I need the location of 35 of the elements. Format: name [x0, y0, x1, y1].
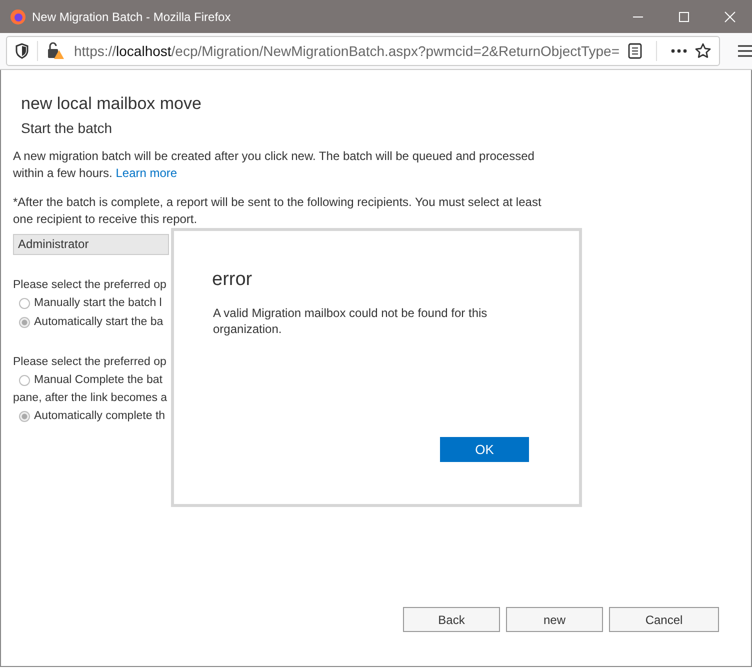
option-label: Manual Complete the bat [34, 373, 162, 388]
window-title: New Migration Batch - Mozilla Firefox [32, 10, 232, 24]
radio-button[interactable] [19, 298, 30, 309]
option-prompt: Please select the preferred op [13, 278, 166, 293]
page-subtitle: Start the batch [21, 120, 112, 136]
browser-logo-icon [10, 8, 26, 24]
address-bar[interactable]: https://localhost/ecp/Migration/NewMigrationBatch.aspx?pwmcid=2&ReturnObjectType= [6, 36, 720, 66]
radio-button[interactable] [19, 375, 30, 386]
option-prompt: Please select the preferred op [13, 355, 166, 370]
menu-icon[interactable] [738, 45, 752, 57]
radio-button[interactable] [19, 317, 30, 328]
lock-warning-icon[interactable] [46, 42, 66, 60]
option-label: Manually start the batch l [34, 296, 162, 311]
option-label: pane, after the link becomes a [13, 391, 168, 406]
more-icon[interactable] [670, 49, 687, 53]
back-button[interactable]: Back [403, 607, 500, 632]
option-label: Automatically complete th [34, 409, 166, 424]
learn-more-link[interactable]: Learn more [116, 166, 178, 180]
radio-button[interactable] [19, 411, 30, 422]
intro-text: A new migration batch will be created after you click new. The batch will be queued and processed within a few hours. Learn more [13, 148, 536, 182]
ok-button[interactable]: OK [440, 437, 529, 462]
url-text: https://localhost/ecp/Migration/NewMigrationBatch.aspx?pwmcid=2&ReturnObjectType= [74, 43, 620, 59]
cancel-button[interactable]: Cancel [609, 607, 719, 632]
recipient-field[interactable]: Administrator [13, 234, 169, 255]
new-button[interactable]: new [506, 607, 603, 632]
dialog-title: error [212, 269, 254, 291]
report-note: *After the batch is complete, a report will be sent to the following recipients. You must select at least one recipient to receive this report. [13, 194, 542, 228]
error-message: A valid Migration mailbox could not be found for this organization. [213, 305, 488, 337]
reader-view-icon[interactable] [628, 43, 642, 59]
close-icon[interactable] [724, 10, 736, 22]
shield-icon[interactable] [15, 43, 29, 59]
star-icon[interactable] [694, 43, 711, 59]
option-label: Automatically start the ba [34, 315, 164, 330]
maximize-icon[interactable] [678, 10, 690, 22]
page-title: new local mailbox move [21, 94, 202, 114]
